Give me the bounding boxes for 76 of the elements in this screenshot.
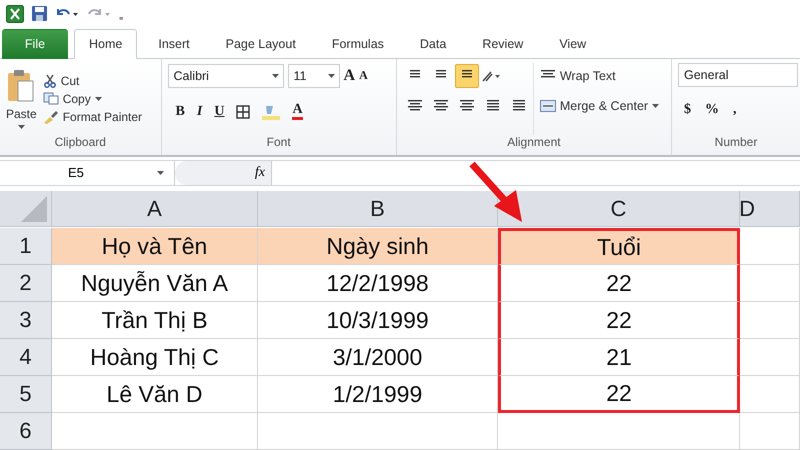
percent-button[interactable]: % xyxy=(705,102,719,118)
group-label: Clipboard xyxy=(54,134,107,151)
clipboard-icon[interactable] xyxy=(7,68,36,103)
table-cell: Lê Văn D xyxy=(52,376,258,413)
group-label: Alignment xyxy=(506,134,562,151)
ribbon-tab[interactable]: Insert xyxy=(143,28,205,59)
copy-icon xyxy=(42,92,59,106)
save-icon[interactable] xyxy=(32,6,47,22)
caret-icon xyxy=(272,74,279,78)
row-header[interactable]: 1 xyxy=(0,228,52,265)
table-cell: 22 xyxy=(498,302,740,339)
column-header[interactable]: A xyxy=(52,191,258,227)
ribbon-tab[interactable]: Data xyxy=(404,28,462,59)
ribbon-tab[interactable]: View xyxy=(544,28,602,59)
column-header[interactable]: B xyxy=(258,191,498,227)
row-header[interactable]: 4 xyxy=(0,339,52,376)
grow-font-button[interactable]: A xyxy=(344,66,356,85)
table-cell: 22 xyxy=(498,376,740,413)
format-painter-button[interactable]: Format Painter xyxy=(42,110,142,124)
caret-icon xyxy=(157,170,164,175)
spreadsheet-logo-icon[interactable] xyxy=(6,4,24,23)
table-cell: 12/2/1998 xyxy=(258,265,498,302)
row-header[interactable]: 6 xyxy=(0,413,52,450)
scissors-icon xyxy=(42,74,57,88)
font-color-button[interactable]: A xyxy=(292,103,303,120)
merge-center-button[interactable]: Merge & Center xyxy=(540,92,660,119)
customize-toolbar-icon[interactable]: ₌ xyxy=(119,4,123,23)
shrink-font-button[interactable]: A xyxy=(359,68,368,84)
ribbon-tab[interactable]: Review xyxy=(467,28,538,59)
group-label: Font xyxy=(266,134,292,151)
caret-icon xyxy=(18,124,25,129)
align-center-icon xyxy=(432,98,449,113)
column-header[interactable]: C xyxy=(498,191,740,227)
italic-button[interactable]: I xyxy=(196,104,202,120)
table-cell: Trần Thị B xyxy=(52,302,258,339)
table-cell: Tuổi xyxy=(498,228,740,265)
ribbon-tab[interactable]: File xyxy=(2,28,68,59)
table-cell: 3/1/2000 xyxy=(258,339,498,376)
table-cell: Hoàng Thị C xyxy=(52,339,258,376)
cut-button[interactable]: Cut xyxy=(42,74,142,88)
row-header[interactable]: 3 xyxy=(0,302,52,339)
row-header[interactable]: 5 xyxy=(0,376,52,413)
table-cell: Họ và Tên xyxy=(52,228,258,265)
ribbon-tab[interactable]: Formulas xyxy=(316,28,399,59)
ribbon-tab[interactable]: Page Layout xyxy=(210,28,311,59)
name-box[interactable]: E5 xyxy=(0,160,175,185)
font-size-field[interactable]: 11 xyxy=(288,64,340,88)
table-cell: 10/3/1999 xyxy=(258,302,498,339)
row-header[interactable]: 2 xyxy=(0,265,52,302)
wrap-text-button[interactable]: Wrap Text xyxy=(540,62,660,89)
font-name-field[interactable]: Calibri xyxy=(168,64,284,88)
copy-button[interactable]: Copy xyxy=(42,92,142,106)
borders-icon[interactable] xyxy=(236,104,250,119)
align-right-icon xyxy=(458,98,475,113)
align-left-icon xyxy=(406,98,423,113)
vertical-align-button[interactable] xyxy=(454,64,479,88)
comma-button[interactable]: , xyxy=(733,102,736,118)
table-cell: 21 xyxy=(498,339,740,376)
ribbon-tab[interactable]: Home xyxy=(74,28,138,59)
brush-icon xyxy=(42,110,59,124)
underline-button[interactable]: U xyxy=(214,104,224,120)
merge-icon xyxy=(540,100,556,112)
group-label: Number xyxy=(714,134,758,151)
caret-icon xyxy=(652,104,660,108)
table-cell: 22 xyxy=(498,265,740,302)
caret-icon xyxy=(328,74,335,78)
number-format-field[interactable]: General xyxy=(678,62,798,87)
bold-button[interactable]: B xyxy=(176,104,185,120)
paste-button[interactable]: Paste xyxy=(6,106,37,121)
column-header[interactable]: D xyxy=(740,191,800,227)
currency-button[interactable]: $ xyxy=(684,102,691,118)
table-cell: Ngày sinh xyxy=(258,228,498,265)
caret-icon xyxy=(94,96,102,101)
table-cell: 1/2/1999 xyxy=(258,376,498,413)
table-cell: Nguyễn Văn A xyxy=(52,265,258,302)
insert-function-button[interactable]: fx xyxy=(254,164,265,181)
